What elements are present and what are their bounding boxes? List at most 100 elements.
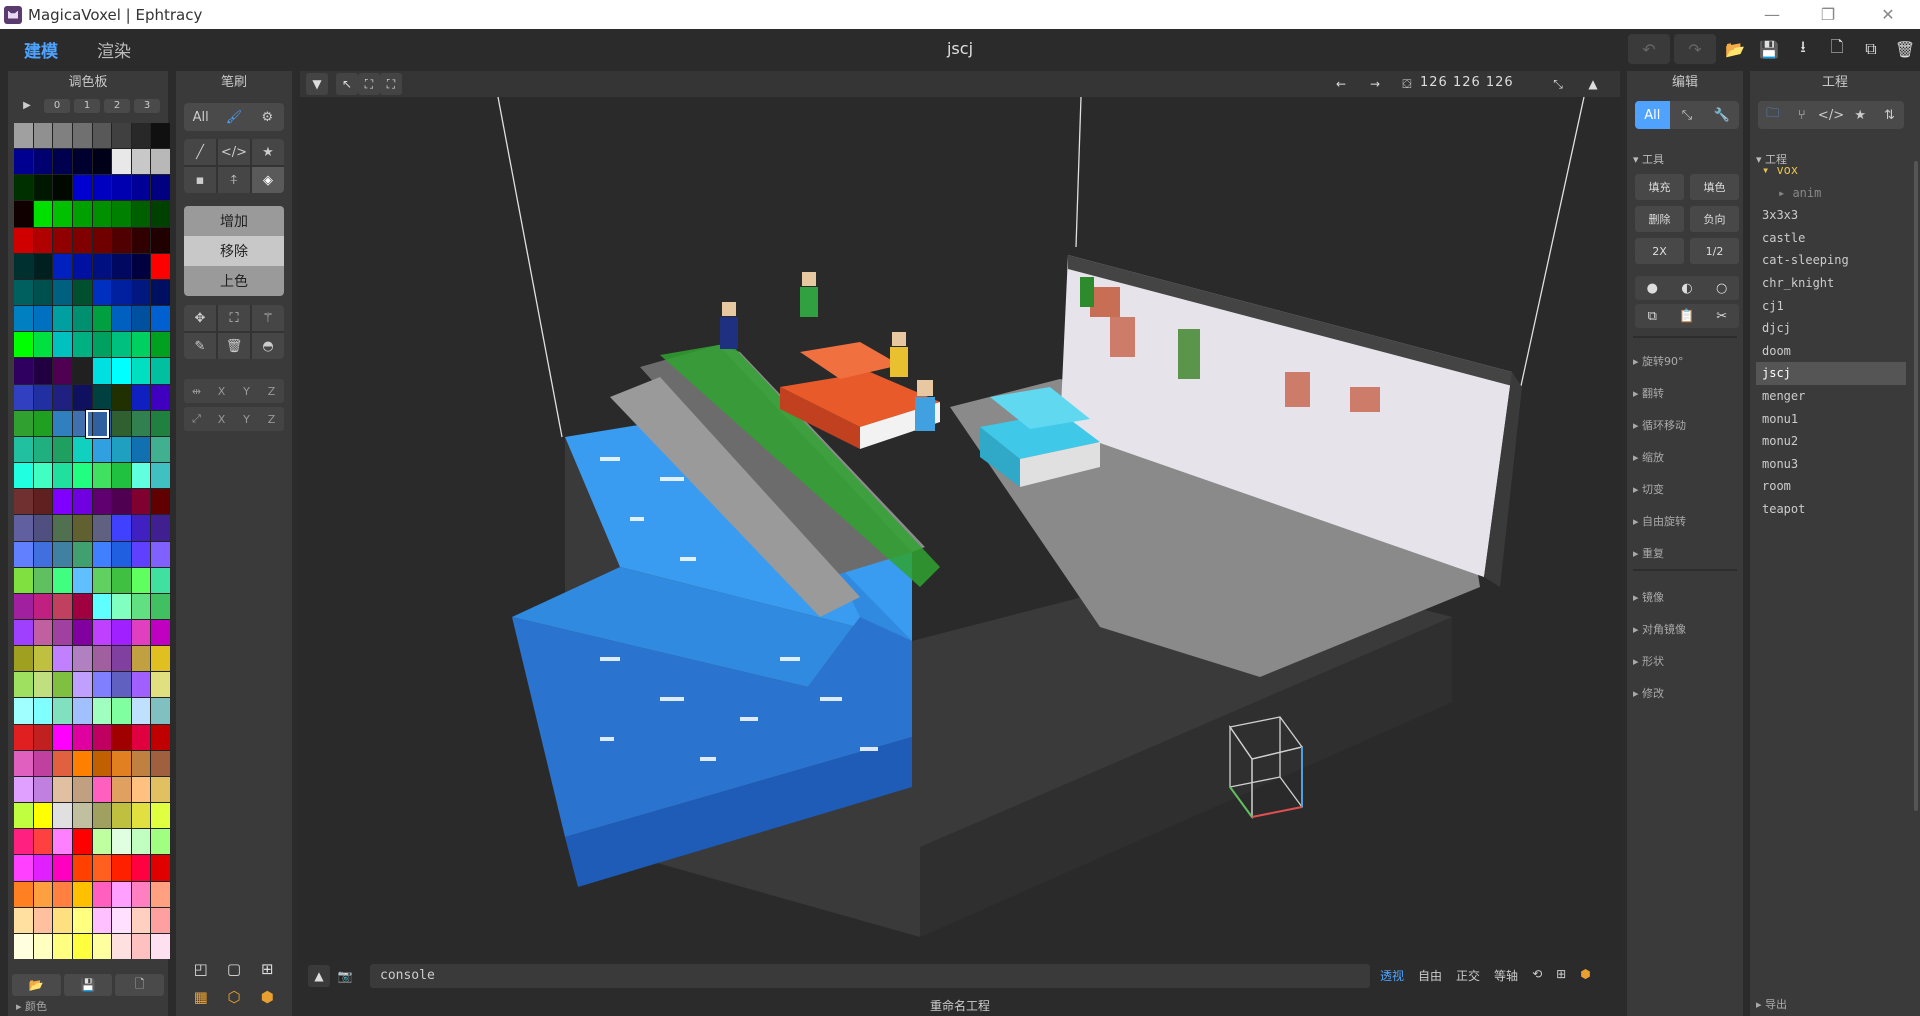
palette-swatch[interactable] bbox=[151, 829, 170, 855]
palette-page-1[interactable]: 1 bbox=[74, 99, 100, 113]
palette-swatch[interactable] bbox=[14, 332, 33, 358]
palette-swatch[interactable] bbox=[131, 776, 151, 803]
palette-swatch[interactable] bbox=[53, 541, 72, 567]
tab-render[interactable]: 渲染 bbox=[97, 37, 131, 62]
palette-swatch[interactable] bbox=[33, 672, 53, 698]
project-file-item[interactable]: doom bbox=[1756, 340, 1906, 363]
palette-swatch[interactable] bbox=[72, 803, 92, 829]
axis-z-button[interactable]: Z bbox=[259, 407, 284, 431]
palette-swatch[interactable] bbox=[53, 227, 72, 253]
cube-solid-icon[interactable]: ⬢ bbox=[251, 983, 284, 1011]
palette-swatch[interactable] bbox=[53, 829, 72, 855]
palette-swatch[interactable] bbox=[72, 541, 92, 567]
palette-swatch[interactable] bbox=[53, 436, 72, 463]
palette-swatch[interactable] bbox=[151, 881, 170, 907]
delete-button[interactable]: 删除 bbox=[1635, 206, 1684, 232]
palette-swatch[interactable] bbox=[72, 123, 92, 149]
palette-swatch[interactable] bbox=[131, 515, 151, 541]
axis-expand-icon[interactable]: ⤢ bbox=[184, 407, 209, 431]
palette-swatch[interactable] bbox=[33, 227, 53, 253]
palette-swatch[interactable] bbox=[72, 463, 92, 489]
mirror-x-button[interactable]: X bbox=[209, 379, 234, 403]
palette-swatch[interactable] bbox=[53, 567, 72, 593]
palette-swatch[interactable] bbox=[72, 646, 92, 672]
palette-swatch[interactable] bbox=[72, 881, 92, 907]
attach-mode-button[interactable]: 增加 bbox=[184, 206, 284, 236]
flip-section[interactable]: ▸ 翻转 bbox=[1633, 385, 1664, 401]
project-file-item[interactable]: jscj bbox=[1756, 362, 1906, 385]
project-folder-item[interactable]: ▾ vox bbox=[1756, 159, 1906, 182]
palette-swatch[interactable] bbox=[53, 803, 72, 829]
palette-swatch[interactable] bbox=[92, 698, 112, 724]
arrow-left-icon[interactable]: ← bbox=[1330, 73, 1352, 95]
view-iso[interactable]: 等轴 bbox=[1494, 967, 1518, 984]
maximize-button[interactable]: ❐ bbox=[1800, 0, 1856, 29]
palette-swatch[interactable] bbox=[72, 489, 92, 515]
scale-2x-button[interactable]: 2X bbox=[1635, 238, 1684, 264]
palette-swatch[interactable] bbox=[53, 123, 72, 149]
palette-swatch[interactable] bbox=[131, 672, 151, 698]
palette-swatch[interactable] bbox=[92, 175, 112, 201]
palette-page-0[interactable]: 0 bbox=[44, 99, 70, 113]
palette-swatch[interactable] bbox=[92, 515, 112, 541]
palette-swatch[interactable] bbox=[53, 881, 72, 907]
palette-swatch[interactable] bbox=[14, 463, 33, 489]
palette-swatch[interactable] bbox=[151, 803, 170, 829]
palette-swatch[interactable] bbox=[53, 410, 72, 436]
palette-swatch[interactable] bbox=[33, 750, 53, 776]
palette-swatch[interactable] bbox=[33, 907, 53, 933]
palette-swatch[interactable] bbox=[151, 776, 170, 803]
palette-swatch[interactable] bbox=[131, 123, 151, 149]
code-icon[interactable]: </> bbox=[1816, 101, 1845, 129]
palette-swatch[interactable] bbox=[112, 175, 131, 201]
face-brush-icon[interactable]: ⍏ bbox=[218, 167, 250, 193]
bucket-icon[interactable]: ◓ bbox=[252, 333, 284, 359]
project-file-item[interactable]: djcj bbox=[1756, 317, 1906, 340]
palette-swatch[interactable] bbox=[131, 175, 151, 201]
palette-swatch[interactable] bbox=[151, 515, 170, 541]
palette-swatch[interactable] bbox=[92, 619, 112, 646]
palette-swatch[interactable] bbox=[33, 410, 53, 436]
palette-swatch[interactable] bbox=[53, 672, 72, 698]
palette-swatch[interactable] bbox=[112, 332, 131, 358]
palette-swatch[interactable] bbox=[72, 306, 92, 332]
palette-swatch[interactable] bbox=[14, 358, 33, 384]
project-file-item[interactable]: menger bbox=[1756, 385, 1906, 408]
palette-swatch[interactable] bbox=[14, 750, 33, 776]
dropdown-icon[interactable]: ▼ bbox=[306, 73, 328, 95]
palette-swatch[interactable] bbox=[72, 332, 92, 358]
brush-filter-all[interactable]: All bbox=[184, 103, 217, 131]
palette-swatch[interactable] bbox=[112, 698, 131, 724]
palette-swatch[interactable] bbox=[92, 803, 112, 829]
palette-swatch[interactable] bbox=[92, 881, 112, 907]
palette-swatch[interactable] bbox=[151, 672, 170, 698]
palette-swatch[interactable] bbox=[14, 384, 33, 410]
palette-swatch[interactable] bbox=[92, 279, 112, 306]
voxel-brush-icon[interactable]: ▪ bbox=[184, 167, 216, 193]
full-select-icon[interactable]: ⛶ bbox=[380, 73, 402, 95]
box-brush-icon[interactable]: ◈ bbox=[252, 167, 284, 193]
palette-swatch[interactable] bbox=[92, 227, 112, 253]
palette-swatch[interactable] bbox=[92, 489, 112, 515]
palette-swatch[interactable] bbox=[53, 489, 72, 515]
palette-swatch[interactable] bbox=[33, 489, 53, 515]
palette-swatch[interactable] bbox=[131, 332, 151, 358]
3d-viewport[interactable]: ▼ ↖ ⛶ ⛶ ← → ⛋ 126 126 126 ⤡ ▲ bbox=[300, 71, 1620, 961]
palette-swatch[interactable] bbox=[72, 358, 92, 384]
palette-swatch[interactable] bbox=[112, 489, 131, 515]
mirror-z-button[interactable]: Z bbox=[259, 379, 284, 403]
palette-swatch[interactable] bbox=[151, 567, 170, 593]
paint-mode-button[interactable]: 上色 bbox=[184, 266, 284, 296]
palette-swatch[interactable] bbox=[92, 593, 112, 619]
palette-swatch[interactable] bbox=[14, 672, 33, 698]
palette-swatch[interactable] bbox=[33, 332, 53, 358]
palette-swatch[interactable] bbox=[14, 410, 33, 436]
mirror-y-button[interactable]: Y bbox=[234, 379, 259, 403]
scale-half-button[interactable]: 1/2 bbox=[1690, 238, 1739, 264]
palette-swatch[interactable] bbox=[151, 201, 170, 227]
palette-swatch[interactable] bbox=[72, 698, 92, 724]
palette-swatch[interactable] bbox=[33, 855, 53, 881]
palette-swatch[interactable] bbox=[53, 463, 72, 489]
palette-swatch[interactable] bbox=[112, 358, 131, 384]
palette-swatch[interactable] bbox=[14, 489, 33, 515]
